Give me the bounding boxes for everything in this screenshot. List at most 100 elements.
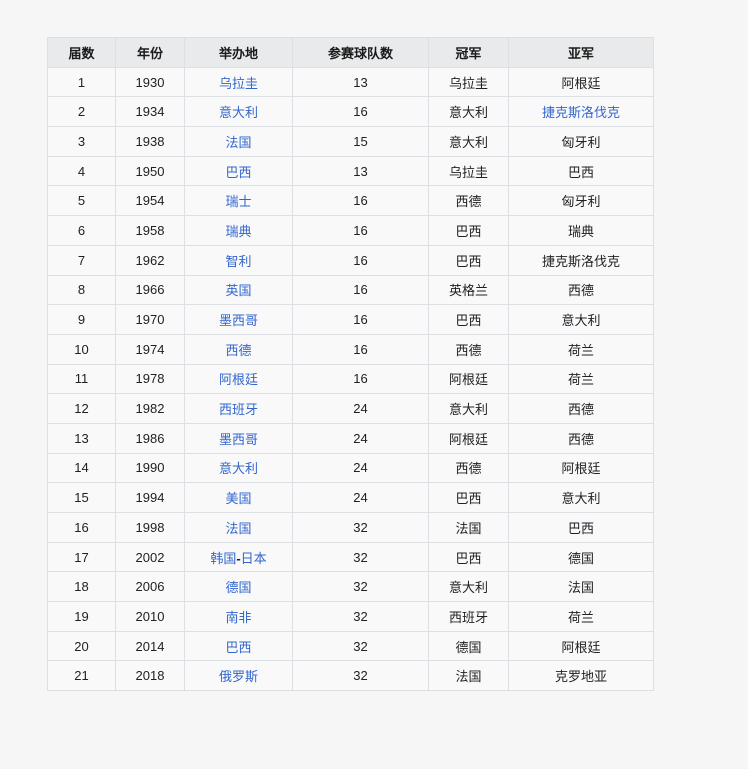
- column-header-teams: 参赛球队数: [292, 37, 429, 68]
- host-cell: 巴西: [184, 630, 293, 662]
- host-link[interactable]: 俄罗斯: [219, 669, 258, 684]
- runner-up-link[interactable]: 捷克斯洛伐克: [542, 105, 620, 120]
- host-link[interactable]: 法国: [225, 135, 251, 150]
- runner-up-cell: 德国: [508, 541, 654, 573]
- runner-up-cell: 意大利: [508, 304, 654, 335]
- champion-cell: 西德: [428, 333, 509, 365]
- host-link[interactable]: 美国: [225, 491, 251, 506]
- runner-up-cell: 法国: [508, 571, 654, 603]
- host-link[interactable]: 瑞典: [225, 224, 251, 239]
- world-cup-table-container: 届数 年份 举办地 参赛球队数 冠军 亚军 1 1930 乌拉圭 13 乌拉圭 阿根廷 2 1…: [47, 37, 654, 692]
- table-row: 10 1974 西德 16 西德 荷兰: [47, 333, 654, 365]
- column-header-host: 举办地: [184, 37, 293, 68]
- edition-cell: 16: [47, 512, 116, 543]
- runner-up-cell: 荷兰: [508, 333, 654, 365]
- year-cell: 1986: [115, 422, 185, 454]
- host-link[interactable]: 智利: [225, 254, 251, 269]
- host-cell: 乌拉圭: [184, 66, 293, 98]
- champion-cell: 德国: [428, 630, 509, 662]
- edition-cell: 9: [47, 304, 116, 335]
- host-link[interactable]: 法国: [225, 521, 251, 536]
- teams-cell: 32: [292, 541, 429, 573]
- edition-cell: 3: [47, 126, 116, 157]
- teams-cell: 24: [292, 393, 429, 424]
- year-cell: 2010: [115, 601, 185, 632]
- teams-cell: 16: [292, 333, 429, 365]
- table-row: 15 1994 美国 24 巴西 意大利: [47, 482, 654, 513]
- edition-cell: 4: [47, 155, 116, 187]
- host-cell: 美国: [184, 482, 293, 513]
- host-link[interactable]: 墨西哥: [219, 313, 258, 328]
- table-row: 14 1990 意大利 24 西德 阿根廷: [47, 452, 654, 484]
- edition-cell: 21: [47, 660, 116, 692]
- host-cell: 英国: [184, 274, 293, 306]
- champion-cell: 意大利: [428, 126, 509, 157]
- teams-cell: 32: [292, 601, 429, 632]
- table-row: 20 2014 巴西 32 德国 阿根廷: [47, 630, 654, 662]
- teams-cell: 32: [292, 630, 429, 662]
- champion-cell: 阿根廷: [428, 363, 509, 395]
- year-cell: 2018: [115, 660, 185, 692]
- champion-cell: 巴西: [428, 482, 509, 513]
- table-header: 届数 年份 举办地 参赛球队数 冠军 亚军: [47, 37, 654, 68]
- edition-cell: 8: [47, 274, 116, 306]
- runner-up-cell: 荷兰: [508, 363, 654, 395]
- edition-cell: 19: [47, 601, 116, 632]
- runner-up-cell: 捷克斯洛伐克: [508, 96, 654, 128]
- champion-cell: 巴西: [428, 244, 509, 276]
- edition-cell: 11: [47, 363, 116, 395]
- table-row: 2 1934 意大利 16 意大利 捷克斯洛伐克: [47, 96, 654, 128]
- champion-cell: 巴西: [428, 215, 509, 246]
- runner-up-cell: 瑞典: [508, 215, 654, 246]
- host-link[interactable]: 日本: [241, 551, 267, 566]
- year-cell: 1978: [115, 363, 185, 395]
- teams-cell: 24: [292, 422, 429, 454]
- table-row: 1 1930 乌拉圭 13 乌拉圭 阿根廷: [47, 66, 654, 98]
- table-row: 13 1986 墨西哥 24 阿根廷 西德: [47, 422, 654, 454]
- host-link[interactable]: 墨西哥: [219, 432, 258, 447]
- host-cell: 墨西哥: [184, 422, 293, 454]
- host-cell: 意大利: [184, 452, 293, 484]
- table-row: 7 1962 智利 16 巴西 捷克斯洛伐克: [47, 244, 654, 276]
- teams-cell: 13: [292, 66, 429, 98]
- host-cell: 墨西哥: [184, 304, 293, 335]
- host-link[interactable]: 韩国: [210, 551, 236, 566]
- header-row: 届数 年份 举办地 参赛球队数 冠军 亚军: [47, 37, 654, 68]
- host-cell: 法国: [184, 512, 293, 543]
- runner-up-cell: 西德: [508, 422, 654, 454]
- host-link[interactable]: 巴西: [225, 640, 251, 655]
- host-link[interactable]: 意大利: [219, 461, 258, 476]
- teams-cell: 15: [292, 126, 429, 157]
- year-cell: 1966: [115, 274, 185, 306]
- host-link[interactable]: 意大利: [219, 105, 258, 120]
- runner-up-cell: 意大利: [508, 482, 654, 513]
- host-link[interactable]: 阿根廷: [219, 372, 258, 387]
- host-link[interactable]: 英国: [225, 283, 251, 298]
- champion-cell: 英格兰: [428, 274, 509, 306]
- host-link[interactable]: 德国: [225, 580, 251, 595]
- champion-cell: 意大利: [428, 571, 509, 603]
- host-link[interactable]: 瑞士: [225, 194, 251, 209]
- champion-cell: 西德: [428, 185, 509, 217]
- host-link[interactable]: 巴西: [225, 165, 251, 180]
- edition-cell: 18: [47, 571, 116, 603]
- table-row: 12 1982 西班牙 24 意大利 西德: [47, 393, 654, 424]
- edition-cell: 12: [47, 393, 116, 424]
- host-cell: 德国: [184, 571, 293, 603]
- host-cell: 智利: [184, 244, 293, 276]
- host-link[interactable]: 南非: [225, 610, 251, 625]
- host-link[interactable]: 西德: [225, 343, 251, 358]
- edition-cell: 15: [47, 482, 116, 513]
- edition-cell: 6: [47, 215, 116, 246]
- host-link[interactable]: 乌拉圭: [219, 76, 258, 91]
- champion-cell: 西德: [428, 452, 509, 484]
- edition-cell: 2: [47, 96, 116, 128]
- host-link[interactable]: 西班牙: [219, 402, 258, 417]
- teams-cell: 16: [292, 274, 429, 306]
- host-cell: 南非: [184, 601, 293, 632]
- runner-up-cell: 阿根廷: [508, 452, 654, 484]
- column-header-runner-up: 亚军: [508, 37, 654, 68]
- host-cell: 巴西: [184, 155, 293, 187]
- edition-cell: 5: [47, 185, 116, 217]
- teams-cell: 24: [292, 452, 429, 484]
